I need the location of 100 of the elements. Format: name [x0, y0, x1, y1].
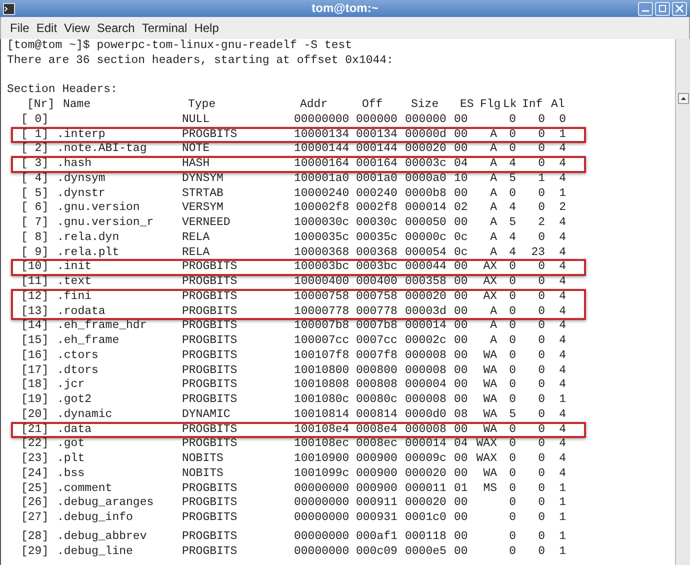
- table-cell: 000400: [356, 275, 398, 290]
- table-cell: [ 7]: [21, 216, 49, 231]
- table-cell: [27]: [21, 511, 49, 526]
- table-cell: .dynamic: [57, 408, 112, 422]
- table-cell: A: [490, 319, 497, 334]
- table-cell: 00: [454, 348, 468, 364]
- table-cell: 00: [454, 511, 468, 526]
- table-cell: 4: [559, 422, 566, 438]
- terminal-line: Section Headers:: [7, 83, 118, 98]
- table-cell: 00: [454, 112, 468, 128]
- table-cell: 0001c0: [405, 511, 446, 526]
- table-cell: PROGBITS: [182, 128, 238, 142]
- table-cell: 5: [509, 408, 516, 422]
- table-cell: A: [490, 230, 497, 246]
- table-cell: 4: [559, 275, 566, 290]
- table-cell: 100001a0: [294, 172, 350, 186]
- table-cell: 100002f8: [294, 201, 350, 216]
- table-cell: 0: [538, 304, 545, 320]
- table-cell: 0: [509, 378, 516, 393]
- table-cell: WAX: [476, 452, 497, 467]
- table-cell: 00: [454, 530, 468, 544]
- table-cell: 100007cc: [294, 334, 350, 349]
- menu-item[interactable]: View: [61, 19, 93, 37]
- minimize-button[interactable]: [638, 2, 653, 16]
- table-cell: 00000000: [294, 112, 350, 128]
- table-cell: .plt: [57, 452, 85, 467]
- table-cell: 000164: [356, 157, 398, 172]
- table-cell: 100108e4: [294, 422, 350, 438]
- table-cell: 0: [509, 422, 516, 438]
- table-cell: 0: [538, 511, 545, 526]
- window-title: tom@tom:~: [312, 0, 378, 17]
- table-cell: 0: [509, 128, 516, 142]
- table-cell: 10010808: [294, 378, 350, 393]
- table-cell: 0: [538, 408, 545, 422]
- table-cell: 00000000: [294, 544, 350, 560]
- table-cell: 1: [559, 511, 566, 526]
- table-cell: 4: [559, 364, 566, 378]
- table-cell: 000368: [356, 246, 398, 260]
- table-cell: 000020: [405, 466, 446, 482]
- terminal-icon: [3, 2, 15, 14]
- menu-item[interactable]: Terminal: [138, 19, 190, 37]
- table-cell: 0: [538, 260, 545, 275]
- table-cell: 00000000: [294, 496, 350, 511]
- table-cell: .init: [57, 260, 92, 275]
- table-cell: 000c09: [356, 544, 398, 560]
- table-cell: 00: [454, 275, 468, 290]
- table-cell: 4: [509, 230, 516, 246]
- table-cell: 1: [559, 496, 566, 511]
- table-cell: 1: [538, 172, 545, 186]
- table-cell: .got: [57, 437, 85, 452]
- table-cell: [26]: [21, 496, 49, 511]
- table-cell: 000050: [405, 216, 446, 231]
- table-cell: .got2: [57, 393, 92, 408]
- table-cell: 0: [538, 157, 545, 172]
- table-cell: A: [490, 334, 497, 349]
- table-cell: .rodata: [57, 304, 106, 320]
- table-cell: 00: [454, 260, 468, 275]
- table-cell: 0: [538, 275, 545, 290]
- table-cell: 0: [509, 348, 516, 364]
- table-cell: .eh_frame_hdr: [57, 319, 147, 334]
- table-cell: 4: [559, 348, 566, 364]
- menu-item[interactable]: Search: [94, 19, 138, 37]
- table-cell: 000144: [356, 142, 398, 157]
- table-cell: [ 5]: [21, 186, 49, 202]
- table-cell: AX: [483, 290, 497, 304]
- table-cell: 0: [538, 348, 545, 364]
- table-cell: A: [490, 142, 497, 157]
- table-cell: 0: [509, 112, 516, 128]
- table-cell: 0: [509, 544, 516, 560]
- column-header: Type: [188, 98, 216, 113]
- close-button[interactable]: [672, 2, 687, 16]
- table-cell: 0: [509, 364, 516, 378]
- table-cell: 00: [454, 393, 468, 408]
- table-cell: 10000368: [294, 246, 350, 260]
- table-cell: 00: [454, 334, 468, 349]
- table-cell: 000911: [356, 496, 398, 511]
- table-cell: [12]: [21, 290, 49, 304]
- scrollbar[interactable]: [675, 39, 690, 565]
- maximize-button[interactable]: [655, 2, 670, 16]
- table-cell: 10000240: [294, 186, 350, 202]
- table-cell: .interp: [57, 128, 106, 142]
- table-cell: STRTAB: [182, 186, 224, 202]
- table-cell: PROGBITS: [182, 393, 238, 408]
- table-cell: HASH: [182, 157, 210, 172]
- table-cell: 000814: [356, 408, 398, 422]
- table-cell: 000014: [405, 437, 446, 452]
- menu-item[interactable]: Edit: [33, 19, 60, 37]
- table-cell: 0: [538, 544, 545, 560]
- table-cell: 00: [454, 466, 468, 482]
- table-cell: 0: [538, 201, 545, 216]
- table-cell: 02: [454, 201, 468, 216]
- table-cell: WA: [483, 408, 497, 422]
- menu-item[interactable]: Help: [191, 19, 222, 37]
- table-cell: .text: [57, 275, 92, 290]
- table-cell: 23: [531, 246, 545, 260]
- menu-item[interactable]: File: [7, 19, 32, 37]
- table-cell: .ctors: [57, 348, 98, 364]
- table-cell: PROGBITS: [182, 260, 238, 275]
- terminal-line: [tom@tom ~]$ powerpc-tom-linux-gnu-readelf -S test: [7, 39, 352, 54]
- table-cell: 10010814: [294, 408, 350, 422]
